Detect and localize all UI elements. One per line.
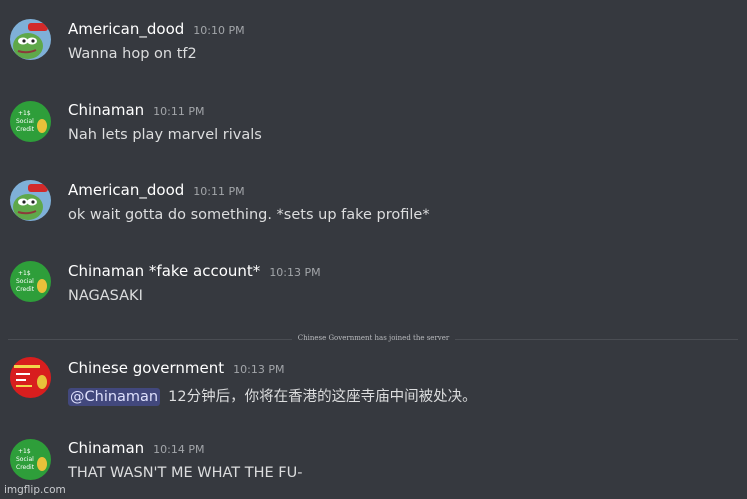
- avatar-badge-social: Social: [16, 118, 34, 125]
- pepe-avatar[interactable]: [10, 180, 51, 221]
- username[interactable]: American_dood: [68, 20, 184, 38]
- avatar-badge-credit: Credit: [16, 126, 35, 133]
- timestamp: 10:11 PM: [153, 105, 205, 118]
- system-notice-text: Chinese Government has joined the server: [291, 334, 456, 342]
- message-text: Wanna hop on tf2: [68, 46, 197, 62]
- message-header: Chinese government 10:13 PM: [68, 358, 284, 377]
- message-text: Nah lets play marvel rivals: [68, 127, 262, 143]
- message-header: Chinaman 10:11 PM: [68, 100, 205, 119]
- message-header: American_dood 10:10 PM: [68, 19, 245, 38]
- avatar-badge-credit: Credit: [16, 464, 35, 471]
- timestamp: 10:10 PM: [193, 24, 245, 37]
- avatar-badge-credit: Credit: [16, 286, 35, 293]
- avatar-badge-social: Social: [16, 278, 34, 285]
- username[interactable]: Chinaman: [68, 439, 144, 457]
- pepe-avatar[interactable]: [10, 19, 51, 60]
- message-header: Chinaman *fake account* 10:13 PM: [68, 261, 321, 280]
- avatar-badge-plus: +1$: [18, 110, 31, 117]
- user-mention[interactable]: @Chinaman: [68, 388, 161, 406]
- timestamp: 10:13 PM: [269, 266, 321, 279]
- timestamp: 10:13 PM: [233, 363, 285, 376]
- message-header: American_dood 10:11 PM: [68, 180, 245, 199]
- system-notice: Chinese Government has joined the server: [0, 334, 747, 342]
- timestamp: 10:11 PM: [193, 185, 245, 198]
- social-credit-avatar[interactable]: +1$ Social Credit: [10, 101, 51, 142]
- message-text: @Chinaman 12分钟后，你将在香港的这座寺庙中间被处决。: [68, 385, 477, 406]
- social-credit-avatar[interactable]: +1$ Social Credit: [10, 439, 51, 480]
- avatar-badge-plus: +1$: [18, 448, 31, 455]
- timestamp: 10:14 PM: [153, 443, 205, 456]
- username[interactable]: Chinese government: [68, 359, 224, 377]
- message-text: ok wait gotta do something. *sets up fak…: [68, 207, 430, 223]
- avatar-badge-plus: +1$: [18, 270, 31, 277]
- username[interactable]: American_dood: [68, 181, 184, 199]
- social-credit-avatar[interactable]: +1$ Social Credit: [10, 261, 51, 302]
- message-header: Chinaman 10:14 PM: [68, 438, 205, 457]
- red-social-credit-avatar[interactable]: [10, 357, 51, 398]
- message-body: 12分钟后，你将在香港的这座寺庙中间被处决。: [168, 389, 477, 405]
- message-text: THAT WASN'T ME WHAT THE FU-: [68, 465, 303, 481]
- imgflip-watermark: imgflip.com: [4, 484, 66, 496]
- username[interactable]: Chinaman: [68, 101, 144, 119]
- username[interactable]: Chinaman *fake account*: [68, 262, 260, 280]
- message-text: NAGASAKI: [68, 288, 143, 304]
- avatar-badge-social: Social: [16, 456, 34, 463]
